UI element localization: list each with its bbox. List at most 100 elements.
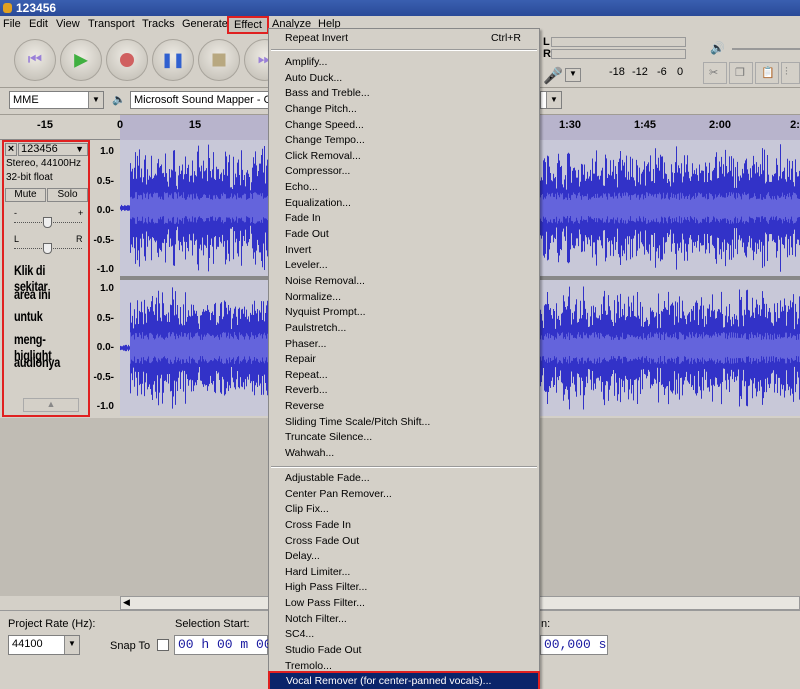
track-name-menu[interactable]: 123456 ▼	[18, 143, 88, 156]
skip-start-button[interactable]: ⏮	[14, 39, 56, 81]
chevron-down-icon: ▼	[75, 144, 84, 154]
menu-item[interactable]: Bass and Treble...	[269, 85, 539, 101]
menu-item[interactable]: Vocal Remover (for center-panned vocals)…	[268, 671, 540, 689]
menu-item[interactable]: Repeat...	[269, 367, 539, 383]
annotation-line: untuk	[14, 308, 43, 324]
menu-item[interactable]: Reverse	[269, 398, 539, 414]
amplitude-scale-label: 0.0-	[96, 205, 114, 216]
menu-item[interactable]: Change Tempo...	[269, 132, 539, 148]
menu-item[interactable]: Change Pitch...	[269, 101, 539, 117]
menu-item[interactable]: Adjustable Fade...	[269, 470, 539, 486]
menu-view[interactable]: View	[56, 18, 80, 30]
chevron-up-icon: ▲	[46, 399, 56, 409]
menu-effect[interactable]: Effect	[227, 16, 269, 34]
menu-transport[interactable]: Transport	[88, 18, 135, 30]
trim-button[interactable]: ✂	[703, 62, 727, 84]
menu-generate[interactable]: Generate	[182, 18, 228, 30]
paste-button[interactable]: 📋	[755, 62, 779, 84]
menu-item[interactable]: Auto Duck...	[269, 70, 539, 86]
audio-host-value: MME	[13, 94, 39, 106]
record-icon	[120, 53, 134, 67]
amplitude-scale-label: -1.0	[96, 401, 114, 412]
menu-item[interactable]: Change Speed...	[269, 117, 539, 133]
input-channels-select[interactable]: ▼	[540, 91, 562, 109]
menu-item[interactable]: Studio Fade Out	[269, 642, 539, 658]
volume-slider[interactable]	[732, 48, 800, 50]
solo-button[interactable]: Solo	[47, 188, 88, 202]
menu-item[interactable]: Cross Fade Out	[269, 533, 539, 549]
menu-item[interactable]: Center Pan Remover...	[269, 486, 539, 502]
record-button[interactable]	[106, 39, 148, 81]
menu-item[interactable]: Phaser...	[269, 336, 539, 352]
snap-to-label: Snap To	[110, 640, 151, 652]
menu-item[interactable]: Low Pass Filter...	[269, 595, 539, 611]
snap-to-checkbox[interactable]	[157, 639, 169, 651]
copy-button[interactable]: ❐	[729, 62, 753, 84]
menu-item[interactable]: Fade In	[269, 210, 539, 226]
menu-item-label: Repeat Invert	[285, 32, 349, 44]
close-track-button[interactable]: ×	[5, 143, 17, 156]
pause-button[interactable]: ❚❚	[152, 39, 194, 81]
menu-item[interactable]: Paulstretch...	[269, 320, 539, 336]
selection-start-field[interactable]: 00 h 00 m 00.	[174, 635, 279, 655]
menu-item[interactable]: Compressor...	[269, 163, 539, 179]
menu-item[interactable]: Repair	[269, 351, 539, 367]
menu-item[interactable]: Fade Out	[269, 226, 539, 242]
menu-item[interactable]: Notch Filter...	[269, 611, 539, 627]
menu-item[interactable]: Truncate Silence...	[269, 429, 539, 445]
menu-item[interactable]: Normalize...	[269, 289, 539, 305]
pan-l-label: L	[14, 234, 20, 244]
output-device-select[interactable]: Microsoft Sound Mapper - Out	[130, 91, 275, 109]
amplitude-scale-label: -0.5-	[93, 371, 114, 383]
menu-item-repeat-invert[interactable]: Repeat Invert Ctrl+R	[269, 30, 539, 46]
project-rate-select[interactable]: 44100 ▼	[8, 635, 80, 655]
menu-item[interactable]: Delay...	[269, 548, 539, 564]
meter-l[interactable]	[551, 37, 686, 47]
menu-item[interactable]: Noise Removal...	[269, 273, 539, 289]
menu-item[interactable]: Tremolo...	[269, 658, 539, 674]
collapse-track-button[interactable]: ▲	[23, 398, 79, 412]
audio-host-select[interactable]: MME ▼	[9, 91, 104, 109]
mute-button[interactable]: Mute	[5, 188, 46, 202]
menu-item[interactable]: Hard Limiter...	[269, 564, 539, 580]
track-name: 123456	[21, 143, 58, 155]
menu-item[interactable]: Sliding Time Scale/Pitch Shift...	[269, 414, 539, 430]
menu-separator	[271, 49, 537, 51]
play-button[interactable]: ▶	[60, 39, 102, 81]
menu-item[interactable]: Reverb...	[269, 382, 539, 398]
stop-button[interactable]	[198, 39, 240, 81]
volume-icon: 🔊	[710, 41, 725, 55]
menu-item[interactable]: Clip Fix...	[269, 501, 539, 517]
menu-item[interactable]: Amplify...	[269, 54, 539, 70]
amplitude-scale-label: -0.5-	[93, 234, 114, 246]
ruler-label: 0	[116, 119, 124, 131]
pan-slider[interactable]	[14, 243, 82, 254]
meter-tick: -6	[657, 66, 667, 78]
menu-tracks[interactable]: Tracks	[142, 18, 175, 30]
track-control-panel[interactable]: × 123456 ▼ Stereo, 44100Hz 32-bit float M…	[2, 140, 90, 417]
menu-edit[interactable]: Edit	[29, 18, 48, 30]
menu-item[interactable]: Cross Fade In	[269, 517, 539, 533]
menu-item[interactable]: Echo...	[269, 179, 539, 195]
menu-item[interactable]: Wahwah...	[269, 445, 539, 461]
meter-dropdown[interactable]: ▼	[565, 68, 581, 82]
pan-r-label: R	[76, 234, 83, 244]
menu-item[interactable]: Leveler...	[269, 257, 539, 273]
menu-item[interactable]: SC4...	[269, 626, 539, 642]
menu-item[interactable]: Equalization...	[269, 195, 539, 211]
menu-file[interactable]: File	[3, 18, 21, 30]
menu-item[interactable]: Nyquist Prompt...	[269, 304, 539, 320]
selection-end-field[interactable]: 00,000 s	[540, 635, 608, 655]
project-rate-value: 44100	[12, 638, 43, 650]
gain-slider[interactable]	[14, 217, 82, 228]
menu-item[interactable]: Invert	[269, 242, 539, 258]
silence-button[interactable]: ⫶	[781, 62, 800, 84]
menu-item[interactable]: Click Removal...	[269, 148, 539, 164]
selection-start-label: Selection Start:	[175, 618, 250, 630]
scissors-icon: ✂	[709, 67, 719, 79]
amplitude-scale-label: 0.5-	[96, 175, 114, 187]
meter-tick: 0	[677, 66, 684, 78]
meter-r[interactable]	[551, 49, 686, 59]
menu-item[interactable]: High Pass Filter...	[269, 579, 539, 595]
meter-tick: -12	[632, 66, 648, 78]
